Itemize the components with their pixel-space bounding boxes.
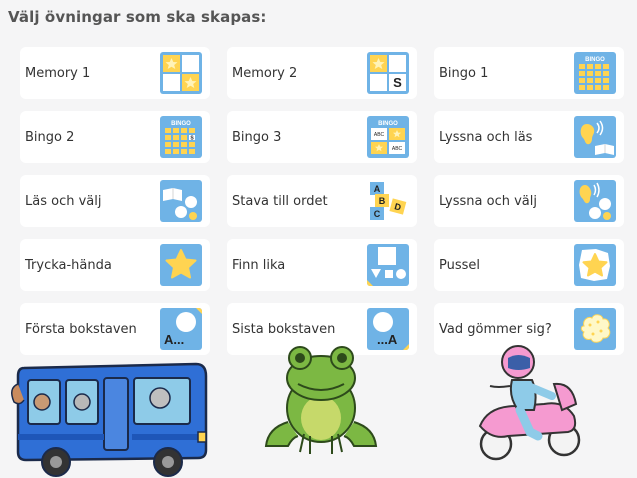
exercise-label: Pussel	[439, 257, 481, 273]
exercise-label: Vad gömmer sig?	[439, 321, 552, 337]
first-letter-icon: A...	[160, 308, 202, 350]
icon-abc-text: ABC	[392, 146, 403, 152]
bingo-title: BINGO	[585, 57, 605, 63]
star-icon	[160, 244, 202, 286]
exercise-card-bingo-1[interactable]: Bingo 1 BINGO	[434, 47, 624, 99]
exercise-label: Trycka-hända	[25, 257, 112, 273]
exercise-label: Bingo 2	[25, 129, 75, 145]
exercise-card-bingo-2[interactable]: Bingo 2 BINGO S	[20, 111, 210, 163]
icon-letter-c: C	[374, 209, 381, 219]
exercise-label: Bingo 1	[439, 65, 489, 81]
exercise-label: Memory 1	[25, 65, 91, 81]
exercise-card-memory-1[interactable]: Memory 1	[20, 47, 210, 99]
memory-1-icon	[160, 52, 202, 94]
exercise-card-find-same[interactable]: Finn lika	[227, 239, 417, 291]
exercise-card-puzzle[interactable]: Pussel	[434, 239, 624, 291]
icon-abc-text: ABC	[374, 132, 385, 138]
icon-letter-s: S	[393, 75, 402, 90]
bingo-title: BINGO	[378, 121, 398, 127]
bus-illustration	[10, 358, 210, 478]
exercise-card-memory-2[interactable]: Memory 2 S	[227, 47, 417, 99]
exercise-card-spell-word[interactable]: Stava till ordet A B C D	[227, 175, 417, 227]
icon-letter-a: A	[374, 184, 381, 194]
exercise-label: Läs och välj	[25, 193, 102, 209]
listen-choose-icon	[574, 180, 616, 222]
bingo-2-icon: BINGO S	[160, 116, 202, 158]
bingo-title: BINGO	[171, 121, 191, 127]
motorcycle-illustration	[468, 340, 588, 464]
exercise-label: Finn lika	[232, 257, 286, 273]
exercise-label: Lyssna och läs	[439, 129, 533, 145]
exercise-label: Stava till ordet	[232, 193, 328, 209]
listen-read-icon	[574, 116, 616, 158]
exercise-label: Memory 2	[232, 65, 298, 81]
exercise-label: Lyssna och välj	[439, 193, 537, 209]
exercise-card-read-choose[interactable]: Läs och välj	[20, 175, 210, 227]
exercise-label: Sista bokstaven	[232, 321, 336, 337]
read-choose-icon	[160, 180, 202, 222]
exercise-card-listen-choose[interactable]: Lyssna och välj	[434, 175, 624, 227]
find-same-icon	[367, 244, 409, 286]
bingo-3-icon: BINGO ABC ABC	[367, 116, 409, 158]
icon-letter-b: B	[379, 196, 386, 206]
page-title: Välj övningar som ska skapas:	[8, 8, 267, 26]
exercise-label: Första bokstaven	[25, 321, 137, 337]
frog-illustration	[258, 342, 384, 456]
exercise-card-bingo-3[interactable]: Bingo 3 BINGO ABC ABC	[227, 111, 417, 163]
exercise-label: Bingo 3	[232, 129, 282, 145]
exercise-grid: Memory 1 Memory 2 S Bingo 1 BINGO Bingo …	[20, 47, 624, 355]
exercise-card-listen-read[interactable]: Lyssna och läs	[434, 111, 624, 163]
exercise-card-first-letter[interactable]: Första bokstaven A...	[20, 303, 210, 355]
puzzle-icon	[574, 244, 616, 286]
icon-first-letter-text: A...	[164, 332, 184, 347]
bingo-1-icon: BINGO	[574, 52, 616, 94]
spell-word-icon: A B C D	[367, 180, 409, 222]
memory-2-icon: S	[367, 52, 409, 94]
exercise-card-tap-happen[interactable]: Trycka-hända	[20, 239, 210, 291]
